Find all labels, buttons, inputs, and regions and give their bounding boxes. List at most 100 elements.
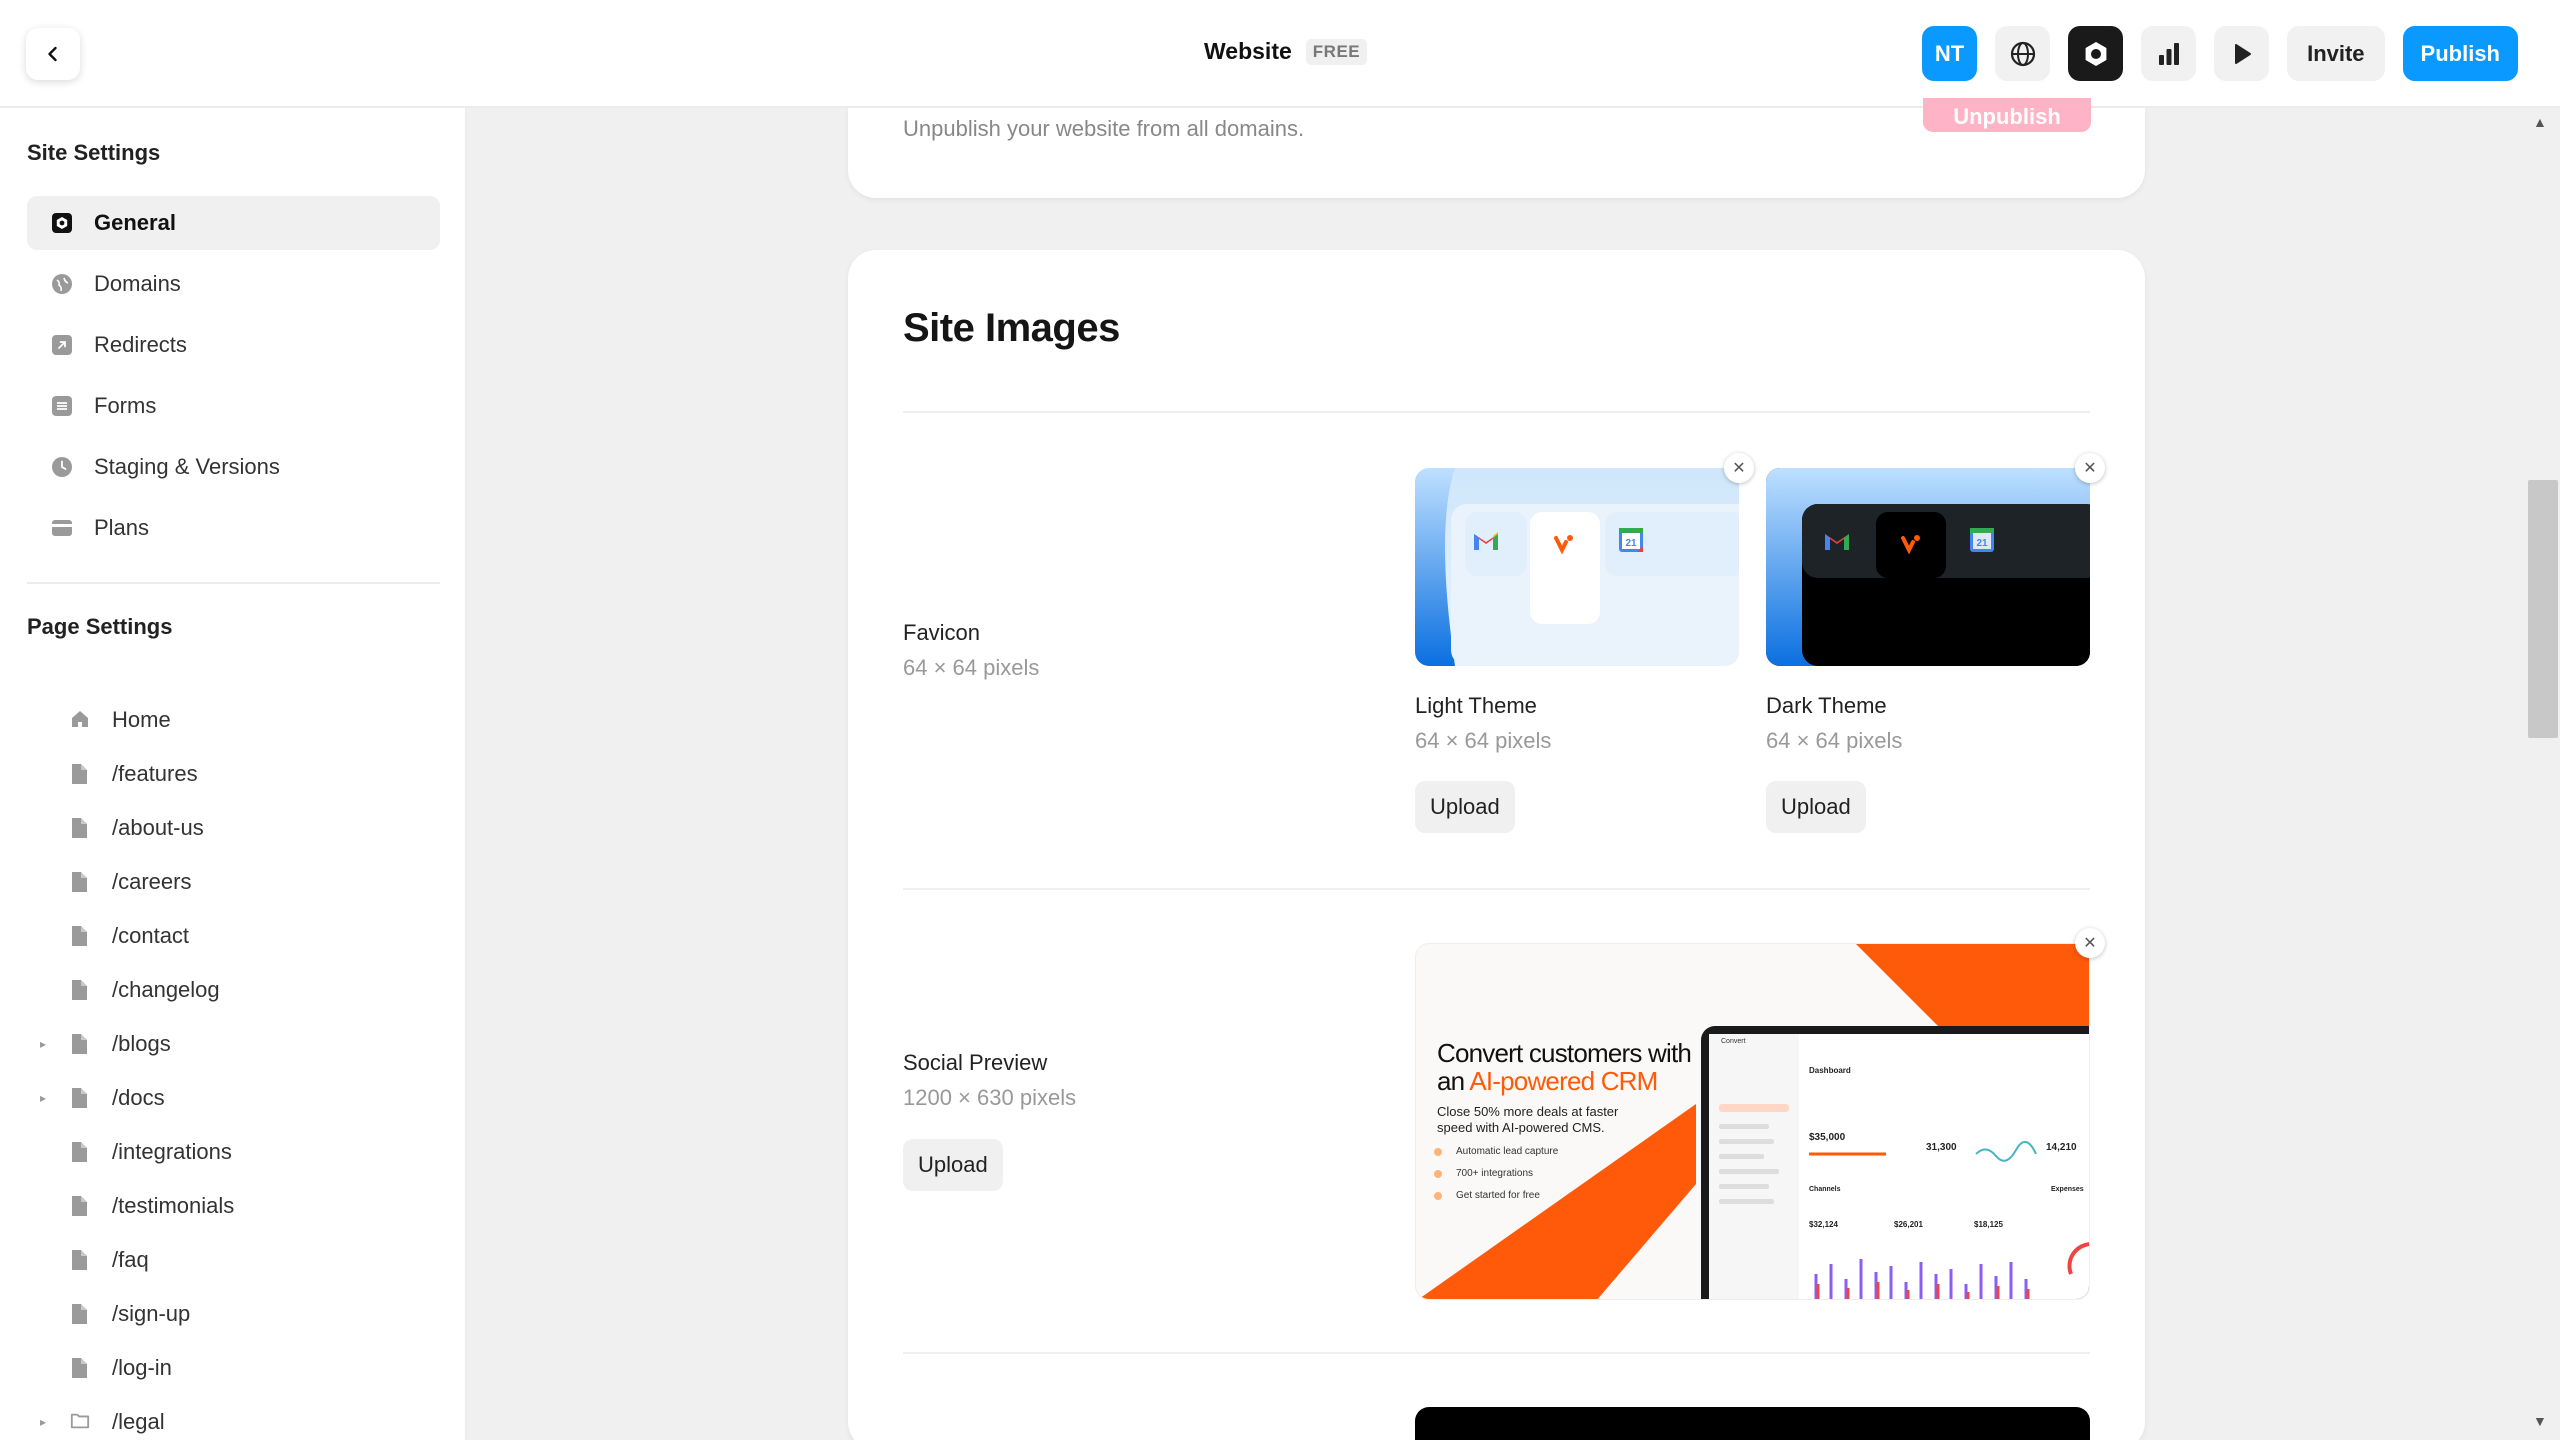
- unpublish-button[interactable]: Unpublish: [1923, 98, 2091, 132]
- page-item-sign-up[interactable]: ▸/sign-up: [40, 1292, 190, 1336]
- chevron-left-icon: [48, 46, 57, 62]
- sidebar-item-plans[interactable]: Plans: [27, 501, 440, 555]
- page-item-label: /about-us: [112, 815, 204, 840]
- page-item-faq[interactable]: ▸/faq: [40, 1238, 149, 1282]
- globe-button[interactable]: [1995, 26, 2051, 81]
- page-item-label: /faq: [112, 1247, 149, 1272]
- page-item-contact[interactable]: ▸/contact: [40, 914, 189, 958]
- sidebar-item-label: Staging & Versions: [94, 454, 280, 479]
- caret-right-icon[interactable]: ▸: [40, 1037, 50, 1051]
- preview-bullet: Automatic lead capture: [1456, 1146, 1559, 1157]
- preview-headline: Convert customers with an AI-powered CRM: [1437, 1038, 1692, 1095]
- social-preview-image: Convert customers with an AI-powered CRM…: [1415, 943, 2090, 1300]
- section-divider: [903, 1352, 2090, 1354]
- globe-icon: [2010, 41, 2035, 66]
- page-icon: [70, 763, 90, 785]
- sidebar-item-label: Plans: [94, 515, 150, 540]
- remove-dark-favicon-button[interactable]: ✕: [2075, 453, 2105, 483]
- social-preview-size: 1200 × 630 pixels: [903, 1085, 1077, 1110]
- sidebar-item-general[interactable]: General: [27, 196, 440, 250]
- scrollbar-thumb[interactable]: [2528, 480, 2558, 738]
- sidebar-item-redirects[interactable]: Redirects: [27, 318, 440, 372]
- page-item-testimonials[interactable]: ▸/testimonials: [40, 1184, 234, 1228]
- publish-button[interactable]: Publish: [2402, 26, 2518, 81]
- unpublish-card: Unpublish your website from all domains.…: [848, 98, 2145, 198]
- scrollbar-track[interactable]: [2525, 108, 2560, 1440]
- favicon-dark-preview: 21: [1766, 468, 2090, 666]
- analytics-button[interactable]: [2141, 26, 2197, 81]
- folder-icon: [70, 1411, 90, 1433]
- remove-light-favicon-button[interactable]: ✕: [1724, 453, 1754, 483]
- page-icon: [70, 1033, 90, 1055]
- remove-social-preview-button[interactable]: ✕: [2075, 928, 2105, 958]
- calendar-icon: 21: [1617, 526, 1645, 559]
- scroll-up-arrow-icon[interactable]: ▲: [2533, 114, 2547, 130]
- close-icon: ✕: [2083, 460, 2097, 477]
- invite-button[interactable]: Invite: [2287, 26, 2385, 81]
- preview-stat: 14,210: [2046, 1142, 2077, 1153]
- preview-bullet: 700+ integrations: [1456, 1168, 1534, 1179]
- unpublish-description: Unpublish your website from all domains.: [903, 116, 1305, 141]
- calendar-icon: 21: [1968, 526, 1996, 559]
- top-bar: Website FREE NT Invite Publish: [0, 0, 2560, 108]
- next-image-preview: [1415, 1407, 2090, 1440]
- preview-headline-line-2: an AI-powered CRM: [1437, 1067, 1691, 1095]
- scroll-down-arrow-icon[interactable]: ▼: [2533, 1413, 2547, 1429]
- page-item-legal[interactable]: ▸ /legal: [40, 1400, 165, 1440]
- light-theme-size: 64 × 64 pixels: [1415, 728, 1552, 753]
- upload-dark-favicon-button[interactable]: Upload: [1766, 781, 1866, 833]
- page-item-label: /features: [112, 761, 198, 786]
- caret-right-icon[interactable]: ▸: [40, 1415, 50, 1429]
- sidebar-item-staging-versions[interactable]: Staging & Versions: [27, 440, 440, 494]
- page-item-label: /careers: [112, 869, 192, 894]
- page-item-log-in[interactable]: ▸/log-in: [40, 1346, 172, 1390]
- preview-subline: Close 50% more deals at faster speed wit…: [1437, 1104, 1618, 1136]
- page-item-changelog[interactable]: ▸/changelog: [40, 968, 220, 1012]
- preview-button[interactable]: [2214, 26, 2270, 81]
- sidebar-divider: [27, 582, 440, 584]
- gmail-icon: [1472, 530, 1500, 557]
- browser-tabs-dark: [1766, 468, 2090, 666]
- calendar-day: 21: [1625, 538, 1637, 549]
- preview-headline-prefix: an: [1437, 1066, 1470, 1096]
- page-item-features[interactable]: ▸/features: [40, 752, 198, 796]
- page-item-docs[interactable]: ▸ /docs: [40, 1076, 165, 1120]
- calendar-day: 21: [1976, 538, 1988, 549]
- page-item-about-us[interactable]: ▸/about-us: [40, 806, 204, 850]
- preview-headline-highlight: AI-powered CRM: [1469, 1066, 1658, 1096]
- page-item-label: Home: [112, 707, 171, 732]
- settings-button[interactable]: [2068, 26, 2124, 81]
- home-icon: [70, 709, 90, 731]
- preview-headline-line-1: Convert customers with: [1437, 1038, 1692, 1068]
- close-icon: ✕: [2083, 935, 2097, 952]
- upload-light-favicon-button[interactable]: Upload: [1415, 781, 1515, 833]
- caret-right-icon[interactable]: ▸: [40, 1091, 50, 1105]
- site-images-title: Site Images: [903, 306, 1120, 350]
- page-icon: [70, 1141, 90, 1163]
- page-icon: [70, 1303, 90, 1325]
- redirect-icon: [52, 335, 72, 355]
- back-button[interactable]: [26, 28, 80, 80]
- sidebar-item-domains[interactable]: Domains: [27, 257, 440, 311]
- gear-icon: [2085, 41, 2106, 66]
- preview-channel-value: $32,124: [1809, 1220, 1838, 1229]
- page-item-label: /docs: [112, 1085, 165, 1110]
- page-item-label: /testimonials: [112, 1193, 235, 1218]
- preview-channels-title: Channels: [1809, 1186, 1841, 1193]
- page-item-integrations[interactable]: ▸/integrations: [40, 1130, 232, 1174]
- form-icon: [52, 396, 72, 416]
- user-avatar[interactable]: NT: [1922, 26, 1978, 81]
- sidebar-item-forms[interactable]: Forms: [27, 379, 440, 433]
- close-icon: ✕: [1732, 460, 1746, 477]
- toolbar: NT Invite Publish: [1922, 26, 2518, 81]
- page-item-careers[interactable]: ▸/careers: [40, 860, 191, 904]
- page-item-blogs[interactable]: ▸ /blogs: [40, 1022, 171, 1066]
- upload-social-preview-button[interactable]: Upload: [903, 1139, 1003, 1191]
- page-item-home[interactable]: ▸Home: [40, 698, 171, 742]
- page-item-label: /blogs: [112, 1031, 171, 1056]
- page-icon: [70, 1195, 90, 1217]
- gear-icon: [52, 213, 72, 233]
- section-divider: [903, 411, 2090, 413]
- site-images-card: Site Images Favicon 64 × 64 pixels 21 ✕ …: [848, 250, 2145, 1440]
- favicon-size: 64 × 64 pixels: [903, 655, 1040, 680]
